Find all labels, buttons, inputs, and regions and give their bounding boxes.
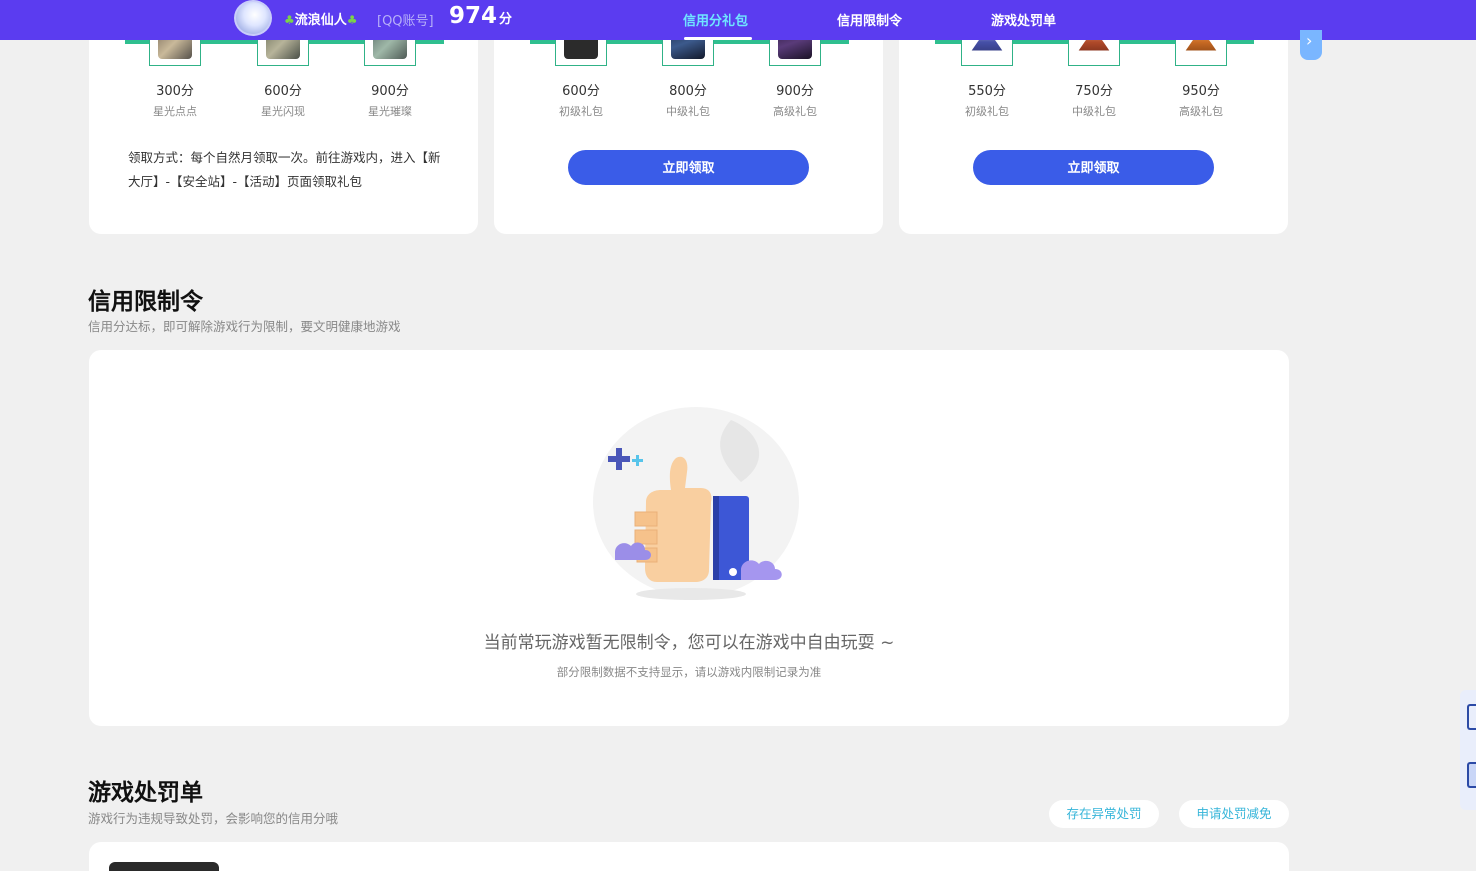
reward-item-name: 星光璀璨 (368, 105, 412, 118)
carousel-next-button[interactable] (1300, 30, 1322, 60)
restriction-panel: 当前常玩游戏暂无限制令，您可以在游戏中自由玩耍 ~ 部分限制数据不支持显示，请以… (89, 350, 1289, 726)
credit-score-value: 974 (449, 3, 498, 29)
floating-side-tabs (1460, 690, 1476, 810)
penalty-section-title: 游戏处罚单 (88, 780, 203, 806)
reward-item-score: 600分 (562, 84, 600, 99)
abnormal-penalty-button[interactable]: 存在异常处罚 (1049, 800, 1159, 828)
side-tab-icon[interactable] (1467, 704, 1476, 730)
penalty-panel (89, 842, 1289, 871)
tab-credit-gift[interactable]: 信用分礼包 (683, 10, 748, 29)
tab-restriction[interactable]: 信用限制令 (837, 10, 902, 29)
reward-item-score: 950分 (1182, 84, 1220, 99)
reward-item-name: 中级礼包 (666, 105, 710, 118)
reward-item-name: 星光点点 (153, 105, 197, 118)
active-tab-indicator (684, 37, 752, 40)
reward-item-score: 900分 (371, 84, 409, 99)
claim-instructions: 领取方式：每个自然月领取一次。前往游戏内，进入【新大厅】-【安全站】-【活动】页… (128, 150, 441, 189)
restriction-section-title: 信用限制令 (88, 289, 203, 315)
penalty-reduction-button[interactable]: 申请处罚减免 (1179, 800, 1289, 828)
thumbs-up-illustration (593, 407, 799, 600)
reward-item-score: 550分 (968, 84, 1006, 99)
credit-score-unit: 分 (499, 12, 513, 27)
user-avatar[interactable] (234, 0, 272, 36)
reward-item-score: 800分 (669, 84, 707, 99)
claim-now-button[interactable]: 立即领取 (568, 150, 809, 185)
empty-state-note: 部分限制数据不支持显示，请以游戏内限制记录为准 (556, 665, 822, 679)
reward-item-name: 高级礼包 (1179, 105, 1223, 118)
reward-item-name: 初级礼包 (559, 105, 603, 118)
tab-penalty[interactable]: 游戏处罚单 (991, 10, 1056, 29)
game-thumbnail[interactable] (109, 862, 219, 871)
username: ♣流浪仙人♣ (284, 13, 358, 28)
reward-item-score: 750分 (1075, 84, 1113, 99)
side-tab-icon[interactable] (1467, 762, 1476, 788)
reward-item-name: 星光闪现 (261, 105, 305, 118)
account-type: [QQ账号] (377, 14, 434, 29)
credit-score: 974 分 (449, 3, 512, 29)
cactus-icon: ♣ (346, 13, 358, 27)
top-navigation-bar: ♣流浪仙人♣ [QQ账号] 974 分 信用分礼包 信用限制令 游戏处罚单 (0, 0, 1476, 40)
penalty-section-subtitle: 游戏行为违规导致处罚，会影响您的信用分哦 (88, 811, 339, 826)
reward-item-name: 中级礼包 (1072, 105, 1116, 118)
reward-item-score: 300分 (156, 84, 194, 99)
reward-item-name: 高级礼包 (773, 105, 817, 118)
claim-now-button[interactable]: 立即领取 (973, 150, 1214, 185)
cactus-icon: ♣ (284, 13, 295, 27)
restriction-section-subtitle: 信用分达标，即可解除游戏行为限制，要文明健康地游戏 (88, 319, 401, 334)
reward-item-score: 600分 (264, 84, 302, 99)
empty-state-message: 当前常玩游戏暂无限制令，您可以在游戏中自由玩耍 ~ (483, 633, 895, 653)
reward-item-name: 初级礼包 (965, 105, 1009, 118)
reward-item-score: 900分 (776, 84, 814, 99)
